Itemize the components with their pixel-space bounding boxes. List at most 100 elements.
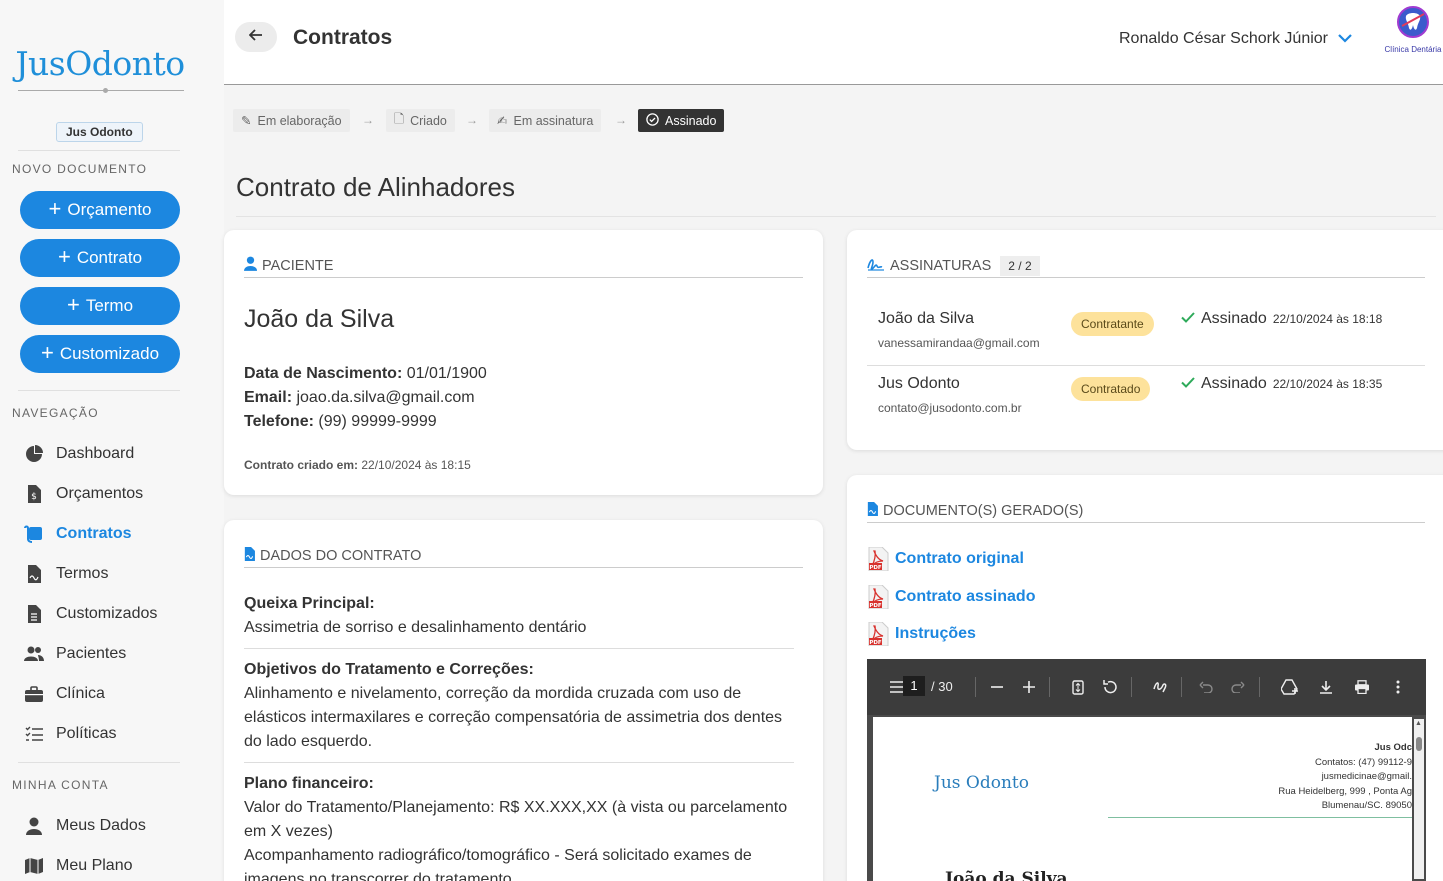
- check-circle-icon: [646, 112, 659, 129]
- list-check-icon: [24, 724, 44, 744]
- nav-clinica[interactable]: Clínica: [24, 680, 105, 708]
- zoom-out-icon[interactable]: [987, 677, 1007, 697]
- app-logo[interactable]: JusOdonto: [12, 44, 188, 83]
- nav-orcamentos[interactable]: $ Orçamentos: [24, 480, 143, 508]
- scroll-thumb[interactable]: [1416, 737, 1422, 751]
- undo-icon[interactable]: [1196, 677, 1216, 697]
- pdf-contact-block: Jus Odc Contatos: (47) 99112-9 jusmedici…: [1278, 742, 1412, 811]
- toolbar-divider: [1131, 677, 1132, 697]
- link-original-contract[interactable]: PDF Contrato original: [867, 546, 1024, 572]
- toolbar-divider: [975, 677, 976, 697]
- pdf-toolbar: 1 / 30: [867, 659, 1426, 715]
- link-instructions[interactable]: PDF Instruções: [867, 621, 976, 647]
- signatures-card: ASSINATURAS 2 / 2 João da Silva vanessam…: [847, 230, 1443, 450]
- nav-pacientes[interactable]: Pacientes: [24, 640, 126, 668]
- patient-email: Email: joao.da.silva@gmail.com: [244, 389, 475, 406]
- plus-icon: +: [57, 244, 71, 269]
- signature-status: Assinado 22/10/2024 às 18:18: [1181, 310, 1382, 328]
- check-icon: [1181, 310, 1195, 328]
- new-contract-button[interactable]: + Contrato: [20, 239, 180, 277]
- plus-icon: +: [48, 196, 62, 221]
- org-badge: Jus Odonto: [56, 122, 143, 142]
- scroll-up-icon[interactable]: ▲: [1415, 720, 1422, 727]
- account-title: MINHA CONTA: [12, 778, 109, 792]
- user-icon: [244, 256, 257, 275]
- documents-card: DOCUMENTO(S) GERADO(S) PDF Contrato orig…: [847, 475, 1443, 881]
- pen-icon: ✎: [241, 114, 252, 128]
- step-em-elaboracao: ✎ Em elaboração: [233, 109, 350, 132]
- pdf-logo: Jus Odonto: [934, 773, 1029, 793]
- nav-meu-plano[interactable]: Meu Plano: [24, 852, 133, 880]
- clinic-logo[interactable]: Clínica Dentária: [1383, 6, 1443, 56]
- plan-label: Plano financeiro:: [244, 775, 374, 792]
- user-icon: [24, 816, 44, 836]
- signature-status: Assinado 22/10/2024 às 18:35: [1181, 375, 1382, 393]
- logo-dot: [103, 88, 108, 93]
- signer-name: João da Silva: [878, 310, 975, 327]
- edit-icon: ✍: [497, 114, 508, 128]
- signature-icon: [867, 257, 885, 275]
- role-badge: Contratante: [1071, 312, 1154, 336]
- new-custom-button[interactable]: + Customizado: [20, 335, 180, 373]
- svg-text:PDF: PDF: [869, 603, 882, 609]
- map-icon: [24, 856, 44, 876]
- print-icon[interactable]: [1352, 677, 1372, 697]
- file-lines-icon: [24, 604, 44, 624]
- user-menu[interactable]: Ronaldo César Schork Júnior: [1119, 30, 1352, 48]
- patient-card: PACIENTE João da Silva Data de Nasciment…: [224, 230, 823, 495]
- new-document-title: NOVO DOCUMENTO: [12, 162, 148, 176]
- redo-icon[interactable]: [1228, 677, 1248, 697]
- nav-meus-dados[interactable]: Meus Dados: [24, 812, 146, 840]
- page-number-input[interactable]: 1: [903, 676, 925, 696]
- divider: [244, 648, 794, 649]
- download-icon[interactable]: [1316, 677, 1336, 697]
- svg-text:$: $: [31, 492, 37, 502]
- document-title: Contrato de Alinhadores: [236, 172, 515, 202]
- patient-card-header: PACIENTE: [244, 254, 803, 278]
- draw-icon[interactable]: [1151, 677, 1171, 697]
- file-contract-icon: [867, 501, 878, 520]
- rotate-icon[interactable]: [1100, 677, 1120, 697]
- file-signature-icon: [24, 564, 44, 584]
- signature-row: João da Silva vanessamirandaa@gmail.com …: [867, 302, 1425, 366]
- pdf-page: Jus Odonto Jus Odc Contatos: (47) 99112-…: [873, 717, 1412, 881]
- toolbar-divider: [1259, 677, 1260, 697]
- patient-name: João da Silva: [244, 305, 395, 333]
- fit-page-icon[interactable]: [1068, 677, 1088, 697]
- chevron-down-icon: [1338, 30, 1352, 48]
- toolbar-divider: [1181, 677, 1182, 697]
- svg-text:PDF: PDF: [869, 565, 882, 571]
- plus-icon: +: [66, 292, 80, 317]
- nav-customizados[interactable]: Customizados: [24, 600, 157, 628]
- back-button[interactable]: [235, 22, 277, 52]
- arrow-left-icon: [248, 28, 263, 46]
- pdf-icon: PDF: [867, 546, 889, 572]
- signatures-header: ASSINATURAS 2 / 2: [867, 254, 1425, 278]
- sidebar: JusOdonto Jus Odonto NOVO DOCUMENTO + Orç…: [0, 0, 224, 881]
- more-vertical-icon[interactable]: [1388, 677, 1408, 697]
- zoom-in-icon[interactable]: [1019, 677, 1039, 697]
- users-icon: [24, 644, 44, 664]
- nav-politicas[interactable]: Políticas: [24, 720, 116, 748]
- invoice-dollar-icon: $: [24, 484, 44, 504]
- tooth-logo-icon: [1396, 6, 1430, 42]
- add-to-drive-icon[interactable]: [1280, 677, 1300, 697]
- signer-email: contato@jusodonto.com.br: [878, 401, 1022, 415]
- step-assinado: Assinado: [638, 109, 725, 132]
- link-signed-contract[interactable]: PDF Contrato assinado: [867, 584, 1035, 610]
- plan-line-1: Valor do Tratamento/Planejamento: R$ XX.…: [244, 799, 788, 840]
- contract-data-card: DADOS DO CONTRATO Queixa Principal: Assi…: [224, 520, 823, 881]
- nav-termos[interactable]: Termos: [24, 560, 108, 588]
- clinic-logo-label: Clínica Dentária: [1384, 45, 1442, 54]
- divider: [18, 390, 180, 391]
- goals-text: Alinhamento e nivelamento, correção da m…: [244, 685, 783, 750]
- new-term-button[interactable]: + Termo: [20, 287, 180, 325]
- navigation-title: NAVEGAÇÃO: [12, 406, 99, 420]
- contract-data-header: DADOS DO CONTRATO: [244, 544, 803, 568]
- new-budget-button[interactable]: + Orçamento: [20, 191, 180, 229]
- complaint-text: Assimetria de sorriso e desalinhamento d…: [244, 619, 587, 636]
- nav-contratos[interactable]: Contratos: [24, 520, 132, 548]
- step-criado: 🗋 Criado: [386, 109, 455, 132]
- pdf-scrollbar[interactable]: ▲: [1414, 719, 1424, 879]
- nav-dashboard[interactable]: Dashboard: [24, 440, 134, 468]
